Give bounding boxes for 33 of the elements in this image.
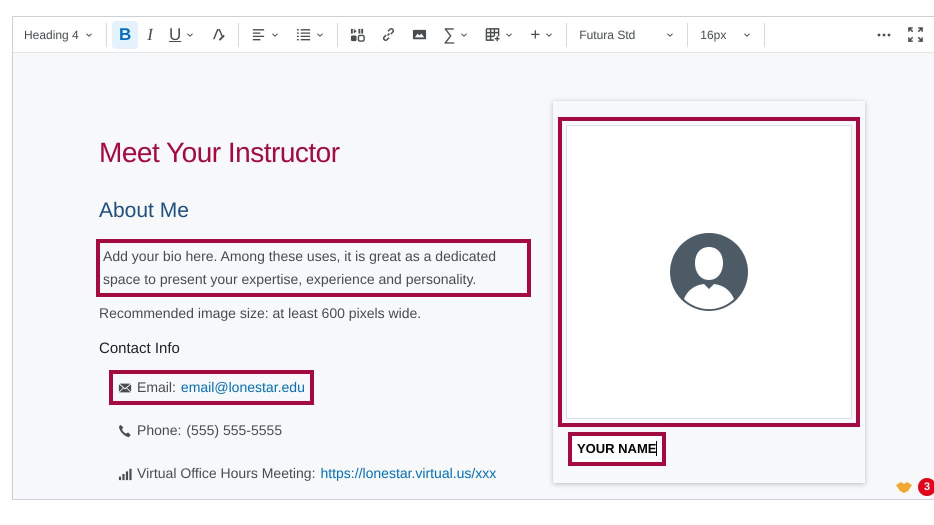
contact-heading: Contact Info: [99, 338, 181, 359]
align-left-icon: [251, 27, 266, 42]
phone-icon: [118, 424, 132, 438]
font-size-dropdown[interactable]: 16px: [693, 20, 760, 48]
section-heading: About Me: [99, 198, 190, 223]
table-icon: [485, 27, 500, 42]
signal-bars-icon: [118, 466, 132, 481]
name-field[interactable]: YOUR NAME: [568, 432, 666, 466]
font-family-dropdown[interactable]: Futura Std: [572, 20, 682, 48]
clear-format-icon: [211, 27, 226, 42]
more-icon: [876, 32, 892, 36]
media-icon: [350, 27, 366, 42]
italic-button[interactable]: I: [140, 20, 160, 48]
contact-value: (555) 555-5555: [186, 421, 282, 440]
fullscreen-icon: [908, 27, 923, 42]
bullet-list-icon: [296, 27, 312, 42]
contact-link[interactable]: https://lonestar.virtual.us/xxx: [320, 463, 496, 484]
link-icon: [381, 27, 396, 42]
equation-button[interactable]: ∑: [436, 20, 476, 48]
image-icon: [412, 27, 428, 42]
contact-label: Email:: [137, 378, 176, 398]
block-format-dropdown[interactable]: Heading 4: [17, 20, 101, 48]
underline-button[interactable]: U: [162, 20, 202, 48]
avatar-icon: [670, 233, 748, 311]
envelope-icon: [118, 380, 132, 395]
contact-label: Virtual Office Hours Meeting:: [137, 464, 316, 484]
contact-link[interactable]: email@lonestar.edu: [180, 377, 305, 398]
contact-label: Phone:: [137, 421, 182, 440]
page-title: Meet Your Instructor: [99, 136, 341, 170]
bio-paragraph: Add your bio here. Among these uses, it is great as a dedicated space to present your expertise, experience and personality.: [96, 238, 531, 297]
bold-button[interactable]: B: [112, 20, 138, 48]
image-size-note: Recommended image size: at least 600 pixels wide.: [99, 304, 422, 323]
insert-button[interactable]: +: [523, 20, 562, 48]
